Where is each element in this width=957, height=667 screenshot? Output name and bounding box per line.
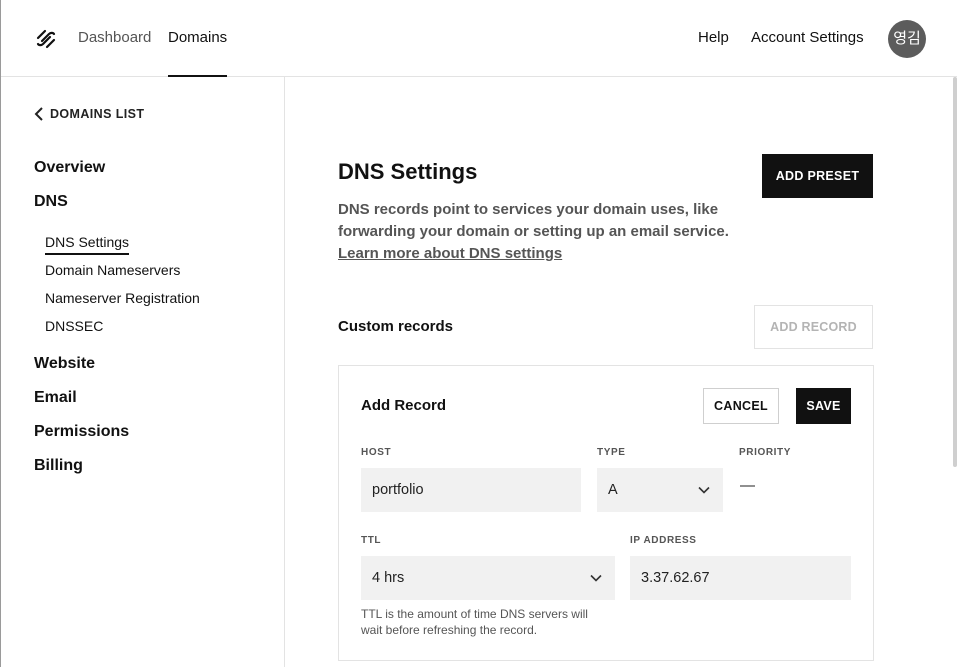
ttl-value: 4 hrs bbox=[372, 570, 405, 586]
sidebar: DOMAINS LIST Overview DNS DNS Settings D… bbox=[1, 77, 285, 667]
ttl-help-text: TTL is the amount of time DNS servers wi… bbox=[361, 607, 588, 637]
ip-address-label: IP ADDRESS bbox=[630, 535, 697, 546]
learn-more-link[interactable]: Learn more about DNS settings bbox=[338, 245, 562, 262]
sidebar-item-permissions[interactable]: Permissions bbox=[34, 423, 129, 441]
page-description: DNS records point to services your domai… bbox=[338, 199, 758, 265]
sidebar-item-nameserver-registration[interactable]: Nameserver Registration bbox=[45, 290, 200, 306]
type-value: A bbox=[608, 482, 618, 498]
back-link-label: DOMAINS LIST bbox=[50, 107, 145, 121]
ip-address-input[interactable]: 3.37.62.67 bbox=[630, 556, 851, 600]
add-record-title: Add Record bbox=[361, 397, 447, 414]
nav-help[interactable]: Help bbox=[698, 29, 729, 47]
custom-records-title: Custom records bbox=[338, 318, 454, 335]
sidebar-item-overview[interactable]: Overview bbox=[34, 159, 105, 177]
type-select[interactable]: A bbox=[597, 468, 723, 512]
save-button[interactable]: SAVE bbox=[796, 388, 851, 424]
squarespace-logo-icon[interactable] bbox=[34, 27, 58, 51]
nav-domains[interactable]: Domains bbox=[168, 29, 227, 47]
sidebar-item-billing[interactable]: Billing bbox=[34, 457, 83, 475]
avatar[interactable]: 영김 bbox=[888, 20, 926, 58]
priority-value: — bbox=[740, 477, 755, 494]
sidebar-item-domain-nameservers[interactable]: Domain Nameservers bbox=[45, 262, 180, 278]
chevron-down-icon bbox=[698, 486, 710, 494]
top-navigation: Dashboard Domains Help Account Settings … bbox=[1, 0, 957, 77]
sidebar-item-dns-settings[interactable]: DNS Settings bbox=[45, 234, 130, 255]
add-record-card: Add Record CANCEL SAVE HOST portfolio TY… bbox=[338, 365, 874, 661]
chevron-left-icon bbox=[34, 107, 43, 121]
main-content: DNS Settings ADD PRESET DNS records poin… bbox=[286, 77, 957, 667]
host-value: portfolio bbox=[372, 482, 424, 498]
ttl-label: TTL bbox=[361, 535, 382, 546]
page: Dashboard Domains Help Account Settings … bbox=[0, 0, 957, 667]
nav-dashboard[interactable]: Dashboard bbox=[78, 29, 151, 47]
ttl-select[interactable]: 4 hrs bbox=[361, 556, 615, 600]
sidebar-item-dnssec[interactable]: DNSSEC bbox=[45, 318, 103, 334]
priority-label: PRIORITY bbox=[739, 447, 792, 458]
chevron-down-icon bbox=[590, 574, 602, 582]
type-label: TYPE bbox=[597, 447, 626, 458]
scrollbar[interactable] bbox=[953, 77, 957, 467]
add-preset-button[interactable]: ADD PRESET bbox=[762, 154, 873, 198]
sidebar-item-website[interactable]: Website bbox=[34, 355, 95, 373]
ip-address-value: 3.37.62.67 bbox=[641, 570, 710, 586]
host-input[interactable]: portfolio bbox=[361, 468, 581, 512]
nav-account-settings[interactable]: Account Settings bbox=[751, 29, 864, 47]
page-title: DNS Settings bbox=[338, 159, 478, 184]
cancel-button[interactable]: CANCEL bbox=[703, 388, 779, 424]
add-record-button[interactable]: ADD RECORD bbox=[754, 305, 873, 349]
description-text: DNS records point to services your domai… bbox=[338, 201, 729, 240]
sidebar-item-dns[interactable]: DNS bbox=[34, 193, 68, 211]
host-label: HOST bbox=[361, 447, 392, 458]
sidebar-item-email[interactable]: Email bbox=[34, 389, 77, 407]
back-to-domains-list[interactable]: DOMAINS LIST bbox=[34, 106, 144, 122]
